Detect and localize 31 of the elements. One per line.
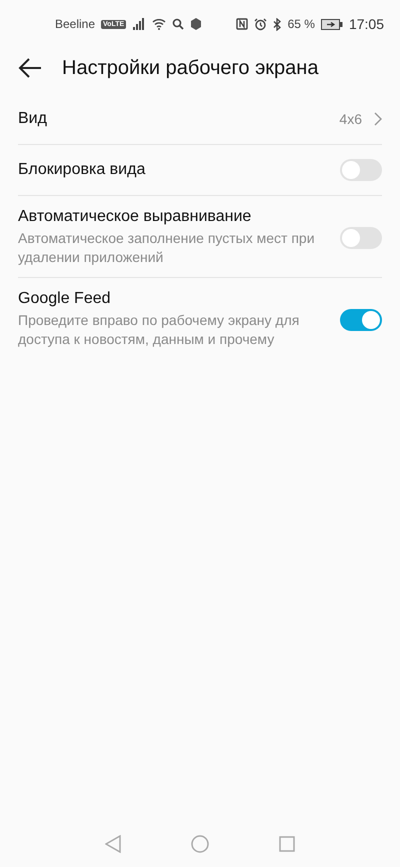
setting-description: Проведите вправо по рабочему экрану для доступа к новостям, данным и прочему: [18, 311, 300, 349]
signal-icon: [132, 18, 146, 30]
shield-icon: [190, 18, 202, 30]
alarm-icon: [254, 18, 267, 30]
settings-row[interactable]: Блокировка вида: [18, 144, 382, 195]
toggle-switch[interactable]: [340, 308, 382, 330]
battery-percent: 65 %: [288, 17, 315, 31]
battery-icon: [320, 18, 343, 30]
setting-title: Блокировка вида: [18, 161, 146, 179]
clock-time: 17:05: [348, 16, 384, 32]
setting-title: Автоматическое выравнивание: [18, 208, 252, 226]
wifi-icon: [152, 18, 166, 30]
back-arrow-icon[interactable]: [18, 58, 42, 78]
setting-title: Вид: [18, 110, 48, 128]
toggle-switch[interactable]: [340, 159, 382, 181]
bluetooth-icon: [272, 18, 282, 30]
page-title: Настройки рабочего экрана: [62, 56, 318, 80]
recents-nav-icon[interactable]: [279, 836, 295, 852]
back-nav-icon[interactable]: [105, 835, 121, 853]
setting-description: Автоматическое заполнение пустых мест при удалении приложений: [18, 229, 316, 267]
settings-row[interactable]: Вид 4x6: [18, 94, 382, 144]
setting-title: Google Feed: [18, 290, 112, 308]
carrier-name: Beeline: [55, 17, 96, 31]
toggle-switch[interactable]: [340, 226, 382, 248]
settings-row[interactable]: Google Feed Проведите вправо по рабочему экрану для доступа к новостям, данным и прочему: [18, 277, 382, 359]
search-icon: [172, 18, 184, 30]
nfc-icon: [236, 18, 248, 30]
settings-row[interactable]: Автоматическое выравнивание Автоматическое заполнение пустых мест при удалении приложений: [18, 195, 382, 277]
chevron-icon: [374, 112, 382, 126]
setting-value: 4x6: [339, 111, 362, 127]
home-nav-icon[interactable]: [191, 835, 209, 853]
